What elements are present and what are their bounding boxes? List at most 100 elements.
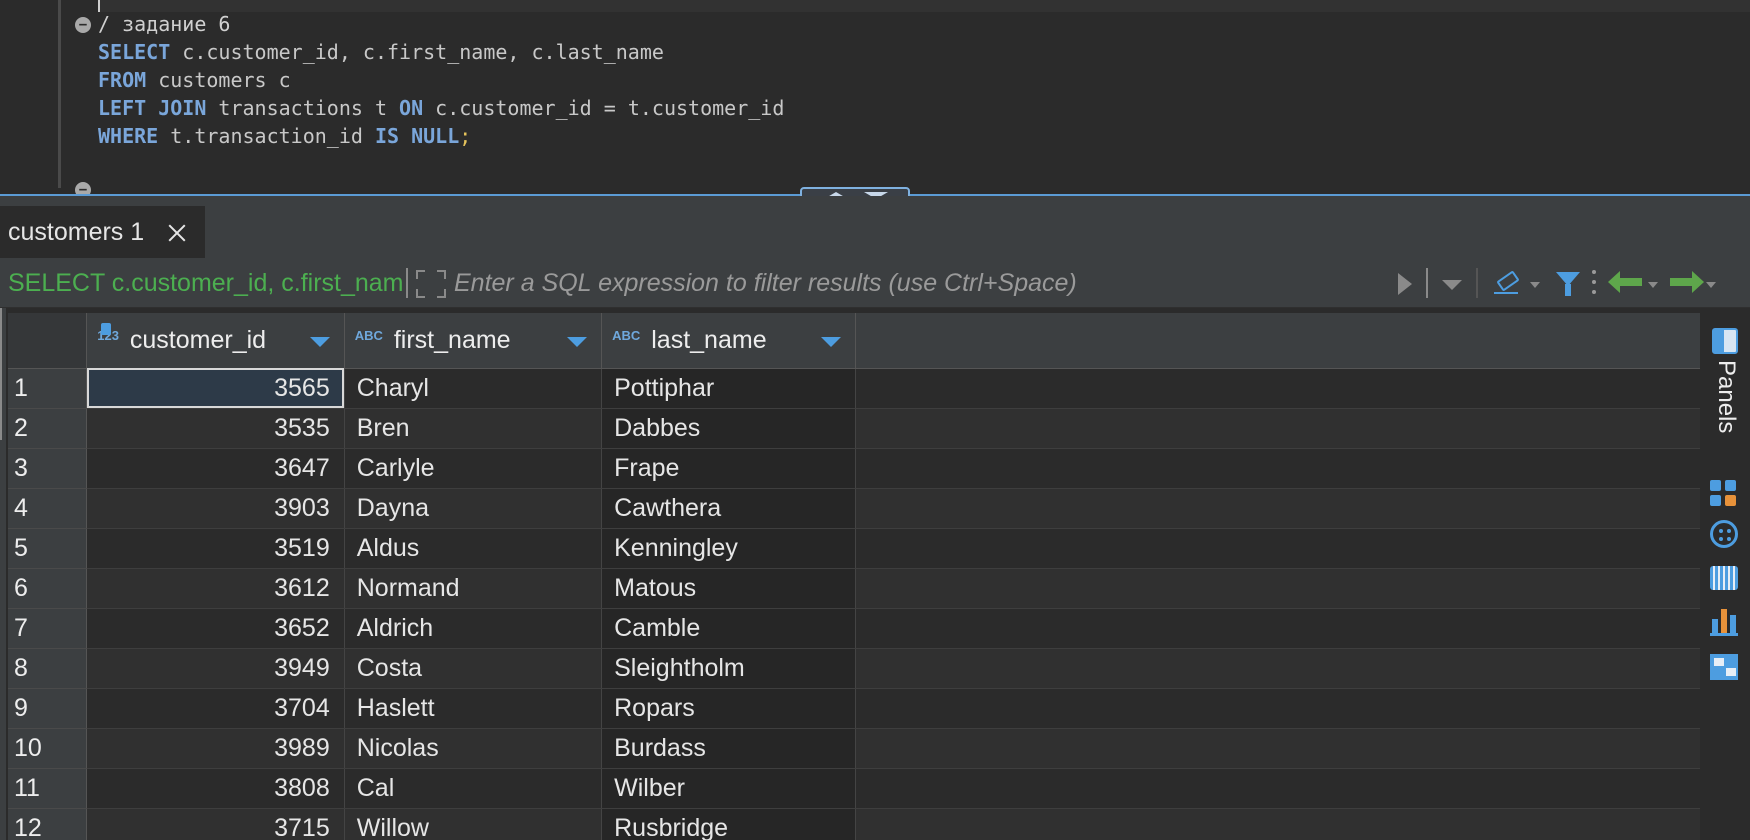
cell-customer-id[interactable]: 3949 [86, 648, 345, 689]
cell-last-name[interactable]: Camble [601, 608, 856, 649]
cell-customer-id[interactable]: 3715 [86, 808, 345, 840]
cell-last-name[interactable]: Matous [601, 568, 856, 609]
row-number[interactable]: 9 [8, 688, 88, 729]
table-row[interactable]: 2 3535 Bren Dabbes [8, 408, 1700, 449]
table-row[interactable]: 6 3612 Normand Matous [8, 568, 1700, 609]
column-header-last-name[interactable]: ABC last_name [601, 313, 856, 369]
column-menu-icon[interactable] [820, 337, 841, 347]
cell-last-name[interactable]: Cawthera [601, 488, 856, 529]
chart-icon[interactable] [1710, 608, 1738, 636]
table-row[interactable]: 7 3652 Aldrich Camble [8, 608, 1700, 649]
cell-first-name[interactable]: Aldrich [344, 608, 603, 649]
cell-last-name[interactable]: Wilber [601, 768, 856, 809]
cell-customer-id[interactable]: 3612 [86, 568, 345, 609]
sql-line-2[interactable]: FROM customers c [98, 66, 291, 94]
value-viewer-icon[interactable] [1710, 520, 1738, 548]
cell-first-name[interactable]: Bren [344, 408, 603, 449]
row-number[interactable]: 3 [8, 448, 88, 489]
keyboard-icon[interactable] [1710, 566, 1738, 590]
table-row[interactable]: 9 3704 Haslett Ropars [8, 688, 1700, 729]
column-header-customer-id[interactable]: 123 customer_id [86, 313, 345, 369]
cell-customer-id[interactable]: 3704 [86, 688, 345, 729]
sql-line-3[interactable]: LEFT JOIN transactions t ON c.customer_i… [98, 94, 784, 122]
row-number[interactable]: 8 [8, 648, 88, 689]
cell-customer-id[interactable]: 3903 [86, 488, 345, 529]
row-number[interactable]: 6 [8, 568, 88, 609]
fold-collapse-icon[interactable]: − [75, 17, 91, 33]
cell-customer-id[interactable]: 3565 [86, 368, 345, 409]
gutter-divider [58, 0, 61, 188]
cell-first-name[interactable]: Nicolas [344, 728, 603, 769]
row-number[interactable]: 4 [8, 488, 88, 529]
apply-filter-icon[interactable] [1398, 273, 1412, 295]
cell-last-name[interactable]: Pottiphar [601, 368, 856, 409]
row-filler [855, 408, 1700, 449]
row-filler [855, 768, 1700, 809]
filter-history-dropdown-icon[interactable] [1442, 280, 1462, 290]
cell-last-name[interactable]: Ropars [601, 688, 856, 729]
cell-first-name[interactable]: Charyl [344, 368, 603, 409]
cell-first-name[interactable]: Costa [344, 648, 603, 689]
calculator-icon[interactable] [1710, 480, 1738, 508]
filter-expression-input[interactable] [452, 262, 1382, 304]
cell-first-name[interactable]: Cal [344, 768, 603, 809]
cell-customer-id[interactable]: 3652 [86, 608, 345, 649]
results-grid[interactable]: 123 customer_id ABC first_name ABC last_… [0, 308, 1700, 840]
row-number[interactable]: 10 [8, 728, 88, 769]
cell-last-name[interactable]: Sleightholm [601, 648, 856, 689]
table-row[interactable]: 12 3715 Willow Rusbridge [8, 808, 1700, 840]
sql-line-1[interactable]: SELECT c.customer_id, c.first_name, c.la… [98, 38, 664, 66]
row-number[interactable]: 7 [8, 608, 88, 649]
close-tab-icon[interactable] [166, 222, 188, 244]
table-row[interactable]: 10 3989 Nicolas Burdass [8, 728, 1700, 769]
cell-last-name[interactable]: Frape [601, 448, 856, 489]
cell-customer-id[interactable]: 3808 [86, 768, 345, 809]
cell-last-name[interactable]: Rusbridge [601, 808, 856, 840]
cell-customer-id[interactable]: 3989 [86, 728, 345, 769]
divider [406, 268, 408, 298]
table-row[interactable]: 1 3565 Charyl Pottiphar [8, 368, 1700, 409]
cell-first-name[interactable]: Willow [344, 808, 603, 840]
cell-customer-id[interactable]: 3535 [86, 408, 345, 449]
cell-last-name[interactable]: Kenningley [601, 528, 856, 569]
arrow-left-icon[interactable] [1608, 271, 1642, 293]
column-header-first-name[interactable]: ABC first_name [344, 313, 603, 369]
more-options-icon[interactable] [1592, 270, 1596, 298]
expand-filter-icon[interactable] [416, 270, 446, 298]
table-row[interactable]: 5 3519 Aldus Kenningley [8, 528, 1700, 569]
back-history-dropdown-icon[interactable] [1648, 282, 1658, 288]
table-row[interactable]: 11 3808 Cal Wilber [8, 768, 1700, 809]
cell-last-name[interactable]: Dabbes [601, 408, 856, 449]
column-menu-icon[interactable] [309, 337, 330, 347]
clear-filter-icon[interactable] [1494, 270, 1520, 294]
row-number-header[interactable] [8, 313, 88, 369]
cell-first-name[interactable]: Aldus [344, 528, 603, 569]
cell-customer-id[interactable]: 3647 [86, 448, 345, 489]
clear-filter-dropdown-icon[interactable] [1530, 282, 1540, 288]
panels-toggle-button[interactable]: Panels [1708, 328, 1744, 448]
forward-history-dropdown-icon[interactable] [1706, 282, 1716, 288]
table-row[interactable]: 4 3903 Dayna Cawthera [8, 488, 1700, 529]
column-menu-icon[interactable] [567, 337, 588, 347]
filter-settings-icon[interactable] [1556, 272, 1580, 296]
row-number[interactable]: 12 [8, 808, 88, 840]
sql-comment-line[interactable]: / задание 6 [98, 10, 230, 38]
cell-first-name[interactable]: Dayna [344, 488, 603, 529]
cell-first-name[interactable]: Normand [344, 568, 603, 609]
row-number[interactable]: 1 [8, 368, 88, 409]
query-text-snippet[interactable]: SELECT c.customer_id, c.first_name, c.la… [0, 258, 402, 308]
tab-customers-1[interactable]: customers 1 [0, 206, 205, 258]
arrow-right-icon[interactable] [1670, 271, 1704, 293]
layout-icon[interactable] [1710, 654, 1738, 680]
cell-customer-id[interactable]: 3519 [86, 528, 345, 569]
cell-first-name[interactable]: Carlyle [344, 448, 603, 489]
sql-line-4[interactable]: WHERE t.transaction_id IS NULL; [98, 122, 471, 150]
sql-editor[interactable]: − / задание 6 SELECT c.customer_id, c.fi… [0, 0, 1750, 196]
row-number[interactable]: 5 [8, 528, 88, 569]
cell-last-name[interactable]: Burdass [601, 728, 856, 769]
row-number[interactable]: 11 [8, 768, 88, 809]
row-number[interactable]: 2 [8, 408, 88, 449]
table-row[interactable]: 3 3647 Carlyle Frape [8, 448, 1700, 489]
cell-first-name[interactable]: Haslett [344, 688, 603, 729]
table-row[interactable]: 8 3949 Costa Sleightholm [8, 648, 1700, 689]
